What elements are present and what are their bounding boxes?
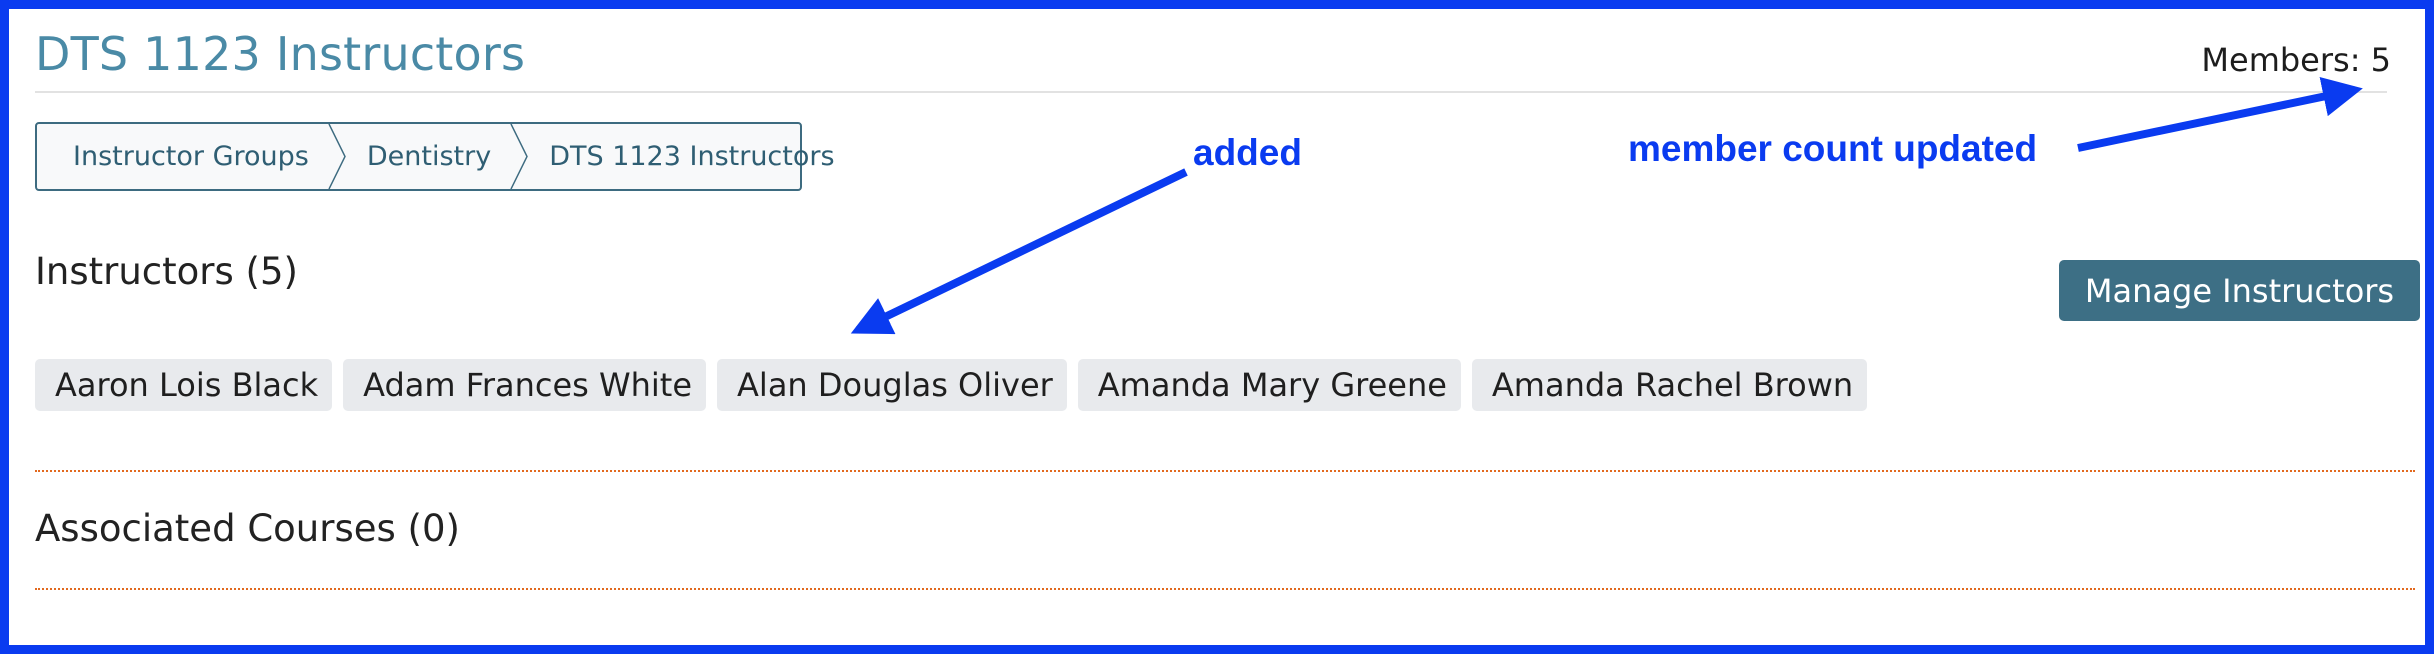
member-count-arrow xyxy=(2077,76,2363,152)
added-arrow xyxy=(850,168,1188,335)
annotation-arrows xyxy=(850,76,2363,335)
